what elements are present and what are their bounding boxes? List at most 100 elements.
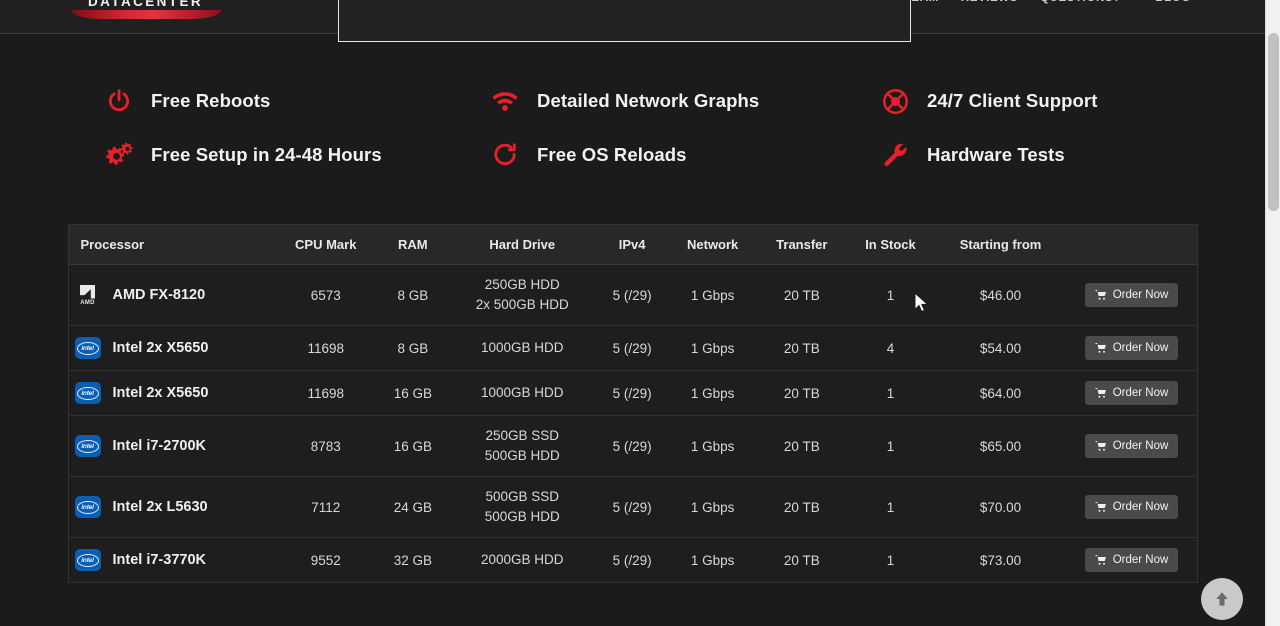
- processor-name: Intel i7-3770K: [112, 552, 207, 568]
- nav-item-questions[interactable]: QUESTIONS? ▾: [1029, 0, 1144, 26]
- column-header-ram[interactable]: RAM: [377, 225, 449, 265]
- cell-action: Order Now: [1066, 264, 1197, 326]
- cell-hard-drive: 1000GB HDD: [448, 370, 597, 416]
- cell-cpu-mark: 6573: [274, 264, 378, 326]
- column-header-ipv4[interactable]: IPv4: [596, 225, 669, 265]
- cell-in-stock: 1: [846, 476, 935, 538]
- dedicated-servers-dropdown-panel[interactable]: [338, 0, 911, 42]
- page-viewport: Joe's DATACENTER HOME DEDICATED SERVERS …: [0, 0, 1265, 626]
- feature-label: Hardware Tests: [927, 144, 1065, 165]
- order-now-label: Order Now: [1112, 387, 1169, 399]
- cell-ram: 16 GB: [377, 415, 449, 477]
- table-row: AMD AMD FX-8120 6573 8 GB 250GB HDD 2x 500GB …: [68, 264, 1197, 326]
- table-row: intel Intel 2x L5630 7112 24 GB 500GB SSD 500…: [68, 476, 1197, 538]
- hard-drive-line: 2x 500GB HDD: [475, 297, 569, 312]
- cell-hard-drive: 250GB SSD 500GB HDD: [448, 415, 597, 477]
- column-header-processor[interactable]: Processor: [68, 225, 275, 265]
- hard-drive-lines: 1000GB HDD: [454, 338, 590, 358]
- intel-logo-icon: intel: [74, 548, 101, 572]
- hard-drive-lines: 500GB SSD 500GB HDD: [454, 487, 590, 527]
- order-now-button[interactable]: Order Now: [1084, 434, 1179, 458]
- nav-item-reviews[interactable]: REVIEWS: [950, 0, 1029, 26]
- features-section: Free Reboots Detailed Network Graphs 24/…: [0, 34, 1265, 224]
- feature-label: Free Reboots: [151, 90, 271, 111]
- hard-drive-line: 500GB SSD: [485, 489, 559, 504]
- cell-processor: intel Intel i7-2700K: [68, 415, 275, 477]
- arrow-up-icon: [1212, 589, 1232, 609]
- hard-drive-lines: 250GB HDD 2x 500GB HDD: [454, 275, 590, 315]
- column-header-transfer[interactable]: Transfer: [757, 225, 847, 265]
- column-header-in-stock[interactable]: In Stock: [846, 225, 935, 265]
- intel-badge: intel: [74, 337, 101, 359]
- hard-drive-line: 1000GB HDD: [480, 385, 564, 400]
- cell-price: $46.00: [934, 264, 1067, 326]
- features-row-2: Free Setup in 24-48 Hours Free OS Reload…: [0, 140, 1265, 170]
- dropdown-content: [339, 0, 910, 14]
- nav-item-blog[interactable]: BLOG: [1144, 0, 1202, 26]
- scrollbar-thumb[interactable]: [1268, 33, 1279, 211]
- processor-wrapper: intel Intel 2x X5650: [74, 381, 269, 405]
- intel-badge: intel: [74, 382, 101, 404]
- cell-in-stock: 1: [846, 415, 935, 477]
- table-row: intel Intel i7-2700K 8783 16 GB 250GB SSD 500…: [68, 415, 1197, 477]
- order-now-label: Order Now: [1112, 501, 1169, 513]
- cell-cpu-mark: 8783: [274, 415, 378, 477]
- processor-wrapper: intel Intel i7-2700K: [74, 434, 269, 458]
- order-now-button[interactable]: Order Now: [1084, 283, 1179, 307]
- cell-network: 1 Gbps: [668, 537, 758, 582]
- cell-transfer: 20 TB: [757, 370, 847, 416]
- processor-name: AMD FX-8120: [112, 287, 206, 303]
- feature-label: Free OS Reloads: [537, 144, 687, 165]
- scroll-to-top-button[interactable]: [1201, 578, 1243, 620]
- table-header: Processor CPU Mark RAM Hard Drive IPv4 N…: [68, 225, 1197, 265]
- processor-name: Intel 2x X5650: [112, 340, 209, 356]
- processor-wrapper: intel Intel i7-3770K: [74, 548, 269, 572]
- feature-label: Free Setup in 24-48 Hours: [151, 144, 382, 165]
- feature-free-setup: Free Setup in 24-48 Hours: [104, 140, 490, 170]
- table-row: intel Intel 2x X5650 11698 8 GB 1000GB HDD 5 …: [68, 325, 1197, 371]
- intel-logo-icon: intel: [74, 336, 101, 360]
- column-header-network[interactable]: Network: [668, 225, 758, 265]
- cell-ram: 16 GB: [377, 370, 449, 416]
- order-now-label: Order Now: [1112, 342, 1169, 354]
- cell-cpu-mark: 9552: [274, 537, 378, 582]
- order-now-button[interactable]: Order Now: [1084, 548, 1179, 572]
- shopping-cart-icon: [1095, 289, 1107, 301]
- site-logo[interactable]: Joe's DATACENTER: [58, 0, 233, 28]
- cell-ipv4: 5 (/29): [596, 370, 669, 416]
- cell-action: Order Now: [1066, 537, 1197, 582]
- cell-transfer: 20 TB: [757, 476, 847, 538]
- cell-transfer: 20 TB: [757, 325, 847, 371]
- column-header-cpu-mark[interactable]: CPU Mark: [274, 225, 378, 265]
- column-header-hard-drive[interactable]: Hard Drive: [448, 225, 597, 265]
- order-now-button[interactable]: Order Now: [1084, 336, 1179, 360]
- intel-badge: intel: [74, 435, 101, 457]
- order-now-button[interactable]: Order Now: [1084, 495, 1179, 519]
- cell-hard-drive: 2000GB HDD: [448, 537, 597, 582]
- hard-drive-lines: 250GB SSD 500GB HDD: [454, 426, 590, 466]
- cell-action: Order Now: [1066, 370, 1197, 416]
- intel-logo-text: intel: [76, 386, 99, 400]
- life-ring-icon: [880, 86, 910, 116]
- intel-logo-icon: intel: [74, 381, 101, 405]
- cell-hard-drive: 1000GB HDD: [448, 325, 597, 371]
- feature-hardware-tests: Hardware Tests: [880, 140, 1180, 170]
- cell-hard-drive: 500GB SSD 500GB HDD: [448, 476, 597, 538]
- processor-name: Intel 2x X5650: [112, 385, 209, 401]
- cell-cpu-mark: 7112: [274, 476, 378, 538]
- vertical-scrollbar[interactable]: [1265, 0, 1280, 626]
- feature-label: Detailed Network Graphs: [537, 90, 760, 111]
- hard-drive-line: 1000GB HDD: [480, 340, 564, 355]
- cell-hard-drive: 250GB HDD 2x 500GB HDD: [448, 264, 597, 326]
- order-now-label: Order Now: [1112, 289, 1169, 301]
- feature-free-reboots: Free Reboots: [104, 86, 490, 116]
- cell-price: $64.00: [934, 370, 1067, 416]
- column-header-starting-from[interactable]: Starting from: [934, 225, 1067, 265]
- order-now-button[interactable]: Order Now: [1084, 381, 1179, 405]
- cell-in-stock: 1: [846, 370, 935, 416]
- features-row-1: Free Reboots Detailed Network Graphs 24/…: [0, 86, 1265, 116]
- cell-action: Order Now: [1066, 415, 1197, 477]
- amd-logo-text: AMD: [80, 299, 95, 306]
- cell-processor: intel Intel 2x X5650: [68, 325, 275, 371]
- intel-logo-icon: intel: [74, 434, 101, 458]
